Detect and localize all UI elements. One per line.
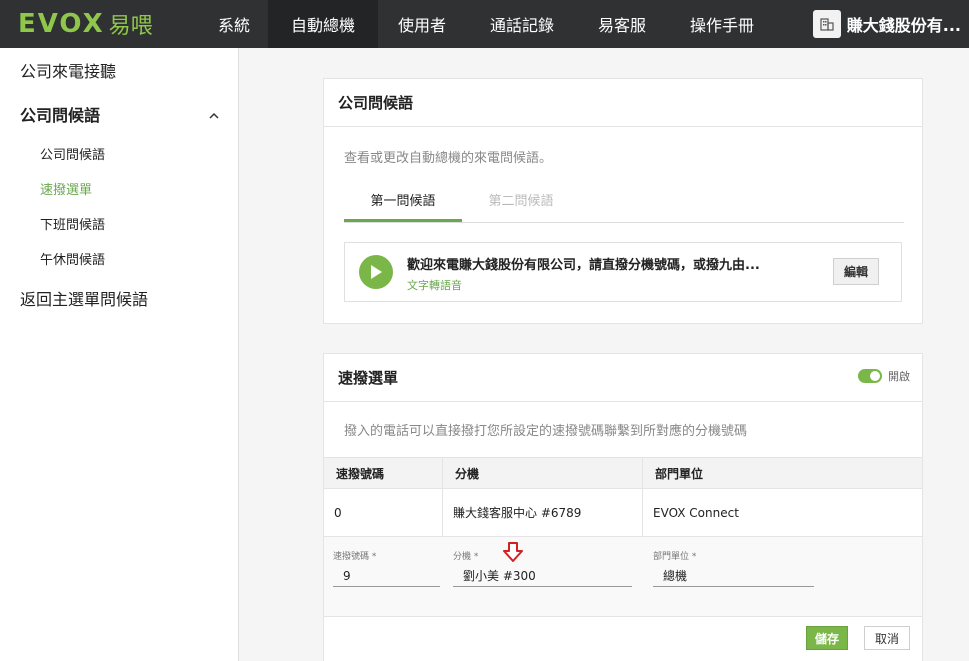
department-label: 部門單位 *	[653, 552, 697, 562]
nav-auto-attendant[interactable]: 自動總機	[268, 0, 378, 48]
cell-speed-code: 0	[324, 489, 443, 536]
greeting-card-title: 公司問候語	[324, 79, 922, 127]
cell-department: EVOX Connect	[653, 505, 739, 520]
sidebar-item-label: 返回主選單問候語	[20, 290, 149, 309]
speed-dial-toggle[interactable]: 開啟	[858, 368, 910, 384]
chevron-up-icon	[208, 105, 220, 124]
speed-dial-edit-row: 速撥號碼 * 分機 * 部門單位 *	[324, 537, 922, 617]
nav-manual[interactable]: 操作手冊	[666, 0, 778, 48]
nav-customer-service[interactable]: 易客服	[578, 0, 666, 48]
sidebar: 公司來電接聽 公司問候語 公司問候語 速撥選單 下班問候語 午休問候語 返回主選…	[0, 48, 239, 661]
sidebar-item-company-incoming[interactable]: 公司來電接聽	[0, 48, 238, 92]
sidebar-sub-speed-dial[interactable]: 速撥選單	[0, 171, 238, 206]
extension-field: 分機 *	[453, 549, 632, 587]
logo-text: EVOX	[18, 9, 105, 39]
greeting-message-text: 歡迎來電賺大錢股份有限公司，請直撥分機號碼，或撥九由...	[407, 258, 760, 273]
col-speed-code: 速撥號碼	[324, 458, 443, 488]
sidebar-item-main-menu-greeting[interactable]: 返回主選單問候語	[0, 276, 238, 320]
top-navbar: EVOX 易喂 系統 自動總機 使用者 通話記錄 易客服 操作手冊 賺大錢股份有…	[0, 0, 969, 48]
edit-button[interactable]: 編輯	[833, 258, 879, 285]
greeting-card: 公司問候語 查看或更改自動總機的來電問候語。 第一問候語 第二問候語 歡迎來電賺…	[323, 78, 923, 324]
company-menu[interactable]: 賺大錢股份有...	[812, 0, 969, 48]
toggle-knob	[870, 371, 880, 381]
nav-call-records[interactable]: 通話記錄	[466, 0, 578, 48]
evox-logo[interactable]: EVOX 易喂	[0, 0, 200, 48]
sidebar-sub-after-hours[interactable]: 下班問候語	[0, 206, 238, 241]
sidebar-group-greetings[interactable]: 公司問候語	[0, 92, 238, 136]
main-nav: 系統 自動總機 使用者 通話記錄 易客服 操作手冊	[200, 0, 778, 48]
greeting-tabs: 第一問候語 第二問候語	[344, 191, 904, 223]
col-extension: 分機	[443, 458, 643, 488]
speed-code-input[interactable]	[333, 565, 440, 587]
nav-system[interactable]: 系統	[200, 0, 268, 48]
greeting-card-desc: 查看或更改自動總機的來電問候語。	[344, 151, 553, 166]
tab-second-greeting[interactable]: 第二問候語	[462, 191, 580, 222]
sidebar-sub-company-greeting[interactable]: 公司問候語	[0, 136, 238, 171]
greeting-message-type: 文字轉語音	[407, 279, 462, 292]
play-icon[interactable]	[359, 255, 393, 289]
speed-dial-card: 速撥選單 開啟 撥入的電話可以直接撥打您所設定的速撥號碼聯繫到所對應的分機號碼 …	[323, 353, 923, 661]
cell-extension: 賺大錢客服中心 #6789	[443, 489, 643, 536]
table-row[interactable]: 0 賺大錢客服中心 #6789 EVOX Connect	[324, 489, 922, 537]
greeting-message-box: 歡迎來電賺大錢股份有限公司，請直撥分機號碼，或撥九由... 文字轉語音 編輯	[344, 242, 902, 302]
department-field: 部門單位 *	[653, 549, 814, 587]
sidebar-group-label: 公司問候語	[20, 106, 101, 125]
extension-label: 分機 *	[453, 552, 479, 562]
speed-code-field: 速撥號碼 *	[333, 549, 440, 587]
speed-code-label: 速撥號碼 *	[333, 552, 377, 562]
toggle-label: 開啟	[888, 370, 910, 383]
building-icon	[812, 10, 841, 38]
sidebar-item-label: 公司來電接聽	[20, 62, 117, 81]
nav-users[interactable]: 使用者	[378, 0, 466, 48]
save-button[interactable]: 儲存	[806, 626, 848, 650]
table-header: 速撥號碼 分機 部門單位	[324, 457, 922, 489]
tab-first-greeting[interactable]: 第一問候語	[344, 191, 462, 222]
company-name: 賺大錢股份有...	[846, 16, 961, 35]
logo-cn: 易喂	[108, 14, 153, 39]
cancel-button[interactable]: 取消	[864, 626, 910, 650]
department-input[interactable]	[653, 565, 814, 587]
extension-input[interactable]	[453, 565, 632, 587]
toggle-switch[interactable]	[858, 369, 882, 383]
speed-dial-title: 速撥選單	[324, 354, 922, 402]
speed-dial-desc: 撥入的電話可以直接撥打您所設定的速撥號碼聯繫到所對應的分機號碼	[344, 424, 748, 439]
sidebar-sub-lunch[interactable]: 午休問候語	[0, 241, 238, 276]
col-department: 部門單位	[655, 466, 704, 481]
